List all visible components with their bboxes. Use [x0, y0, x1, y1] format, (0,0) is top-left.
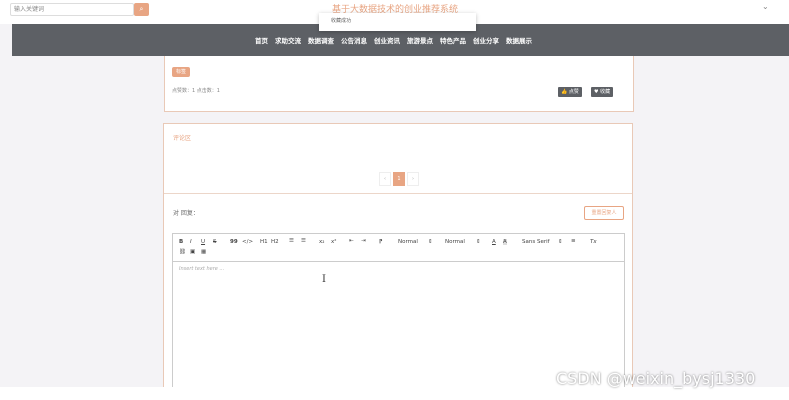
- post-counts: 点赞数：1 点击数：1: [172, 88, 220, 94]
- code-button[interactable]: </>: [242, 239, 253, 245]
- chevron-down-icon[interactable]: ⌄: [762, 2, 769, 11]
- subscript-button[interactable]: x₂: [319, 239, 324, 245]
- header-select-arrow-icon: ⇕: [476, 239, 481, 245]
- text-direction-button[interactable]: ⁋: [379, 239, 383, 245]
- nav-item-products[interactable]: 特色产品: [440, 35, 466, 45]
- header1-button[interactable]: H1: [260, 239, 268, 245]
- quote-button[interactable]: 99: [230, 239, 238, 245]
- nav-item-home[interactable]: 首页: [255, 35, 268, 45]
- thumb-up-icon: 👍: [561, 89, 568, 95]
- italic-button[interactable]: I: [190, 239, 192, 245]
- search-icon: ⌕: [139, 5, 144, 13]
- comment-card: 评论区 ‹ 1 › 对 回复： 重置回复人 B I U S 99 </> H1 …: [163, 123, 633, 395]
- nav-item-travel[interactable]: 旅游景点: [407, 35, 433, 45]
- underline-button[interactable]: U: [201, 239, 205, 245]
- search-input[interactable]: 输入关键词: [10, 3, 134, 16]
- font-select[interactable]: Sans Serif: [522, 239, 550, 245]
- superscript-button[interactable]: x²: [331, 239, 336, 245]
- favorite-button-label: 收藏: [600, 89, 611, 95]
- reply-label: 对 回复：: [173, 210, 199, 217]
- pagination: ‹ 1 ›: [379, 172, 419, 186]
- image-button[interactable]: ▣: [190, 249, 195, 255]
- post-tag[interactable]: 标签: [172, 67, 191, 77]
- size-select[interactable]: Normal: [398, 239, 418, 245]
- watermark: CSDN @weixin_bysj1330: [556, 369, 756, 388]
- nav-item-data[interactable]: 数据展示: [506, 35, 532, 45]
- text-cursor-icon: I: [322, 274, 326, 285]
- video-button[interactable]: ▦: [201, 249, 206, 255]
- pager-prev-button[interactable]: ‹: [379, 172, 391, 186]
- pager-page-1[interactable]: 1: [393, 172, 405, 186]
- ordered-list-button[interactable]: ☰: [289, 238, 294, 244]
- align-button[interactable]: ≡: [571, 238, 576, 244]
- nav-item-news[interactable]: 创业资讯: [374, 35, 400, 45]
- like-button[interactable]: 👍 点赞: [558, 87, 582, 97]
- header-select[interactable]: Normal: [445, 239, 465, 245]
- toast-message: 收藏成功: [319, 13, 476, 31]
- outdent-button[interactable]: ⇤: [349, 238, 354, 244]
- search-button[interactable]: ⌕: [134, 3, 149, 16]
- nav-item-notice[interactable]: 公告消息: [341, 35, 367, 45]
- indent-button[interactable]: ⇥: [361, 238, 366, 244]
- link-button[interactable]: ⛓: [179, 249, 186, 255]
- nav-item-share[interactable]: 创业分享: [473, 35, 499, 45]
- header2-button[interactable]: H2: [271, 239, 279, 245]
- reset-reply-button[interactable]: 重置回复人: [584, 206, 624, 220]
- link-icon: ⛓: [179, 249, 186, 255]
- like-button-label: 点赞: [568, 89, 579, 95]
- editor-content-area[interactable]: Insert text here ...: [179, 266, 224, 272]
- post-card: 标签 点赞数：1 点击数：1 👍 点赞 ♥ 收藏: [164, 56, 634, 112]
- clean-format-button[interactable]: Tx: [590, 239, 597, 245]
- text-color-button[interactable]: A: [492, 239, 496, 245]
- favorite-button[interactable]: ♥ 收藏: [591, 87, 614, 97]
- pager-next-button[interactable]: ›: [407, 172, 419, 186]
- heart-icon: ♥: [594, 89, 599, 95]
- bold-button[interactable]: B: [179, 239, 183, 245]
- size-select-arrow-icon: ⇕: [428, 239, 433, 245]
- comment-section-title: 评论区: [173, 135, 192, 142]
- editor-toolbar: B I U S 99 </> H1 H2 ☰ ☰ x₂ x² ⇤ ⇥ ⁋ Nor…: [173, 234, 624, 262]
- strike-button[interactable]: S: [213, 239, 217, 245]
- nav-item-survey[interactable]: 数据调查: [308, 35, 334, 45]
- bullet-list-button[interactable]: ☰: [301, 238, 306, 244]
- font-select-arrow-icon: ⇕: [558, 239, 563, 245]
- bottom-strip: [0, 387, 789, 400]
- nav-item-help[interactable]: 求助交流: [275, 35, 301, 45]
- divider: [164, 193, 632, 194]
- background-color-button[interactable]: A: [503, 239, 507, 245]
